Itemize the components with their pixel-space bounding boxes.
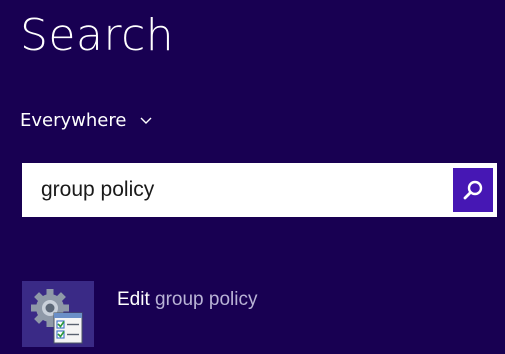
search-box	[22, 163, 497, 217]
result-app-tile	[22, 281, 94, 347]
result-title: Edit group policy	[117, 289, 257, 311]
search-scope-label: Everywhere	[20, 109, 127, 131]
search-pane-title: Search	[20, 10, 175, 61]
search-button[interactable]	[453, 168, 493, 212]
search-icon	[463, 180, 483, 200]
search-input[interactable]	[22, 163, 453, 217]
chevron-down-icon	[140, 117, 152, 124]
group-policy-editor-icon	[31, 289, 83, 344]
search-scope-dropdown[interactable]: Everywhere	[20, 106, 152, 134]
result-prefix: Edit	[117, 289, 150, 310]
search-result-item[interactable]: Edit group policy	[22, 281, 492, 347]
result-match-text: group policy	[155, 289, 258, 310]
